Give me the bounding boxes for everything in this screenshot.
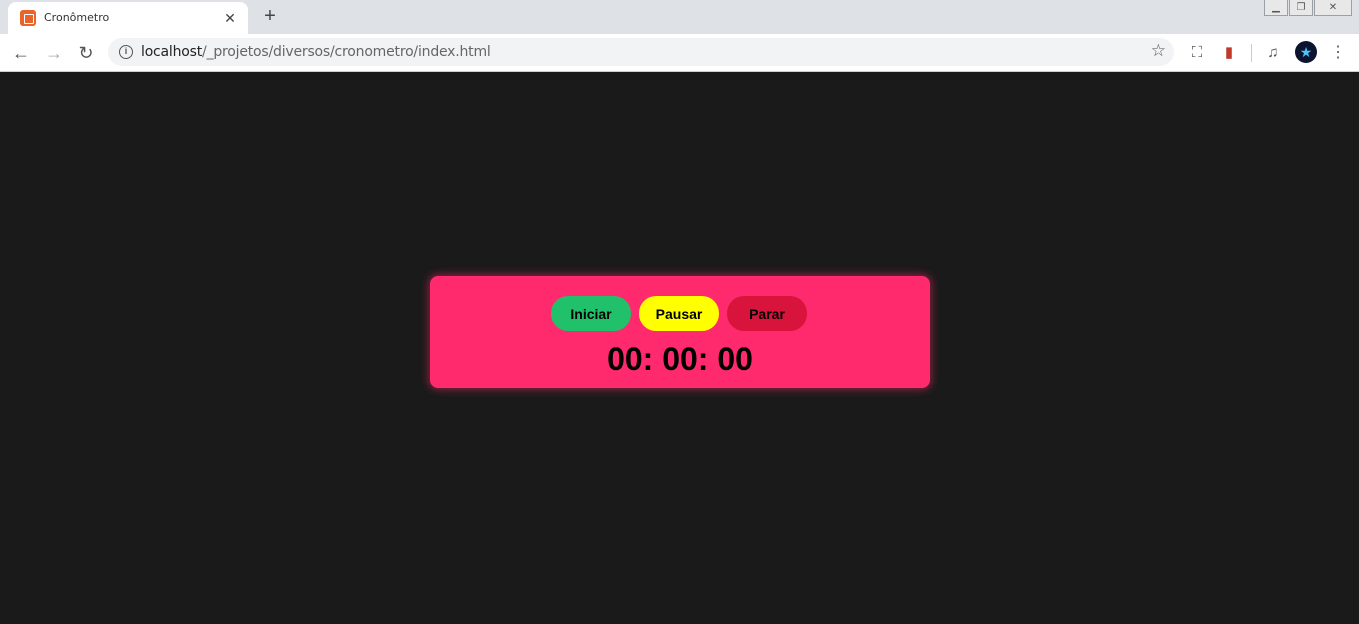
tab-strip: Cronômetro ✕ + ▁ ❐ ✕ (0, 0, 1359, 34)
restore-icon[interactable]: ❐ (1289, 0, 1313, 16)
forward-arrow-icon[interactable]: → (39, 38, 69, 68)
window-close-icon[interactable]: ✕ (1314, 0, 1352, 16)
pause-button[interactable]: Pausar (639, 296, 719, 331)
bookmark-star-icon[interactable]: ☆ (1151, 41, 1166, 61)
close-icon[interactable]: ✕ (220, 8, 240, 28)
address-bar[interactable]: i localhost/_projetos/diversos/cronometr… (108, 38, 1174, 66)
media-queue-icon[interactable]: ♫ (1262, 42, 1284, 64)
page-content: Iniciar Pausar Parar 00: 00: 00 (0, 72, 1359, 624)
menu-kebab-icon[interactable]: ⋮ (1327, 42, 1349, 64)
stopwatch-card: Iniciar Pausar Parar 00: 00: 00 (430, 276, 930, 388)
info-icon[interactable]: i (119, 45, 133, 59)
timer-display: 00: 00: 00 (607, 341, 753, 377)
screenshot-extension-icon[interactable]: ⛶ (1186, 42, 1208, 64)
new-tab-button[interactable]: + (258, 5, 282, 29)
url-text[interactable]: localhost/_projetos/diversos/cronometro/… (141, 44, 491, 60)
stop-button[interactable]: Parar (727, 296, 807, 331)
back-arrow-icon[interactable]: ← (6, 38, 36, 68)
profile-avatar[interactable]: ★ (1295, 41, 1317, 63)
reload-icon[interactable]: ↻ (71, 38, 101, 68)
tab-title: Cronômetro (44, 11, 110, 24)
start-button[interactable]: Iniciar (551, 296, 631, 331)
minimize-icon[interactable]: ▁ (1264, 0, 1288, 16)
browser-tab[interactable]: Cronômetro ✕ (8, 2, 248, 34)
book-extension-icon[interactable]: ▮ (1218, 42, 1240, 64)
url-host: localhost (141, 44, 203, 60)
toolbar-divider (1251, 44, 1252, 62)
browser-toolbar: ← → ↻ i localhost/_projetos/diversos/cro… (0, 34, 1359, 72)
url-path: /_projetos/diversos/cronometro/index.htm… (202, 44, 491, 60)
xampp-icon (20, 10, 36, 26)
button-row: Iniciar Pausar Parar (551, 296, 807, 331)
